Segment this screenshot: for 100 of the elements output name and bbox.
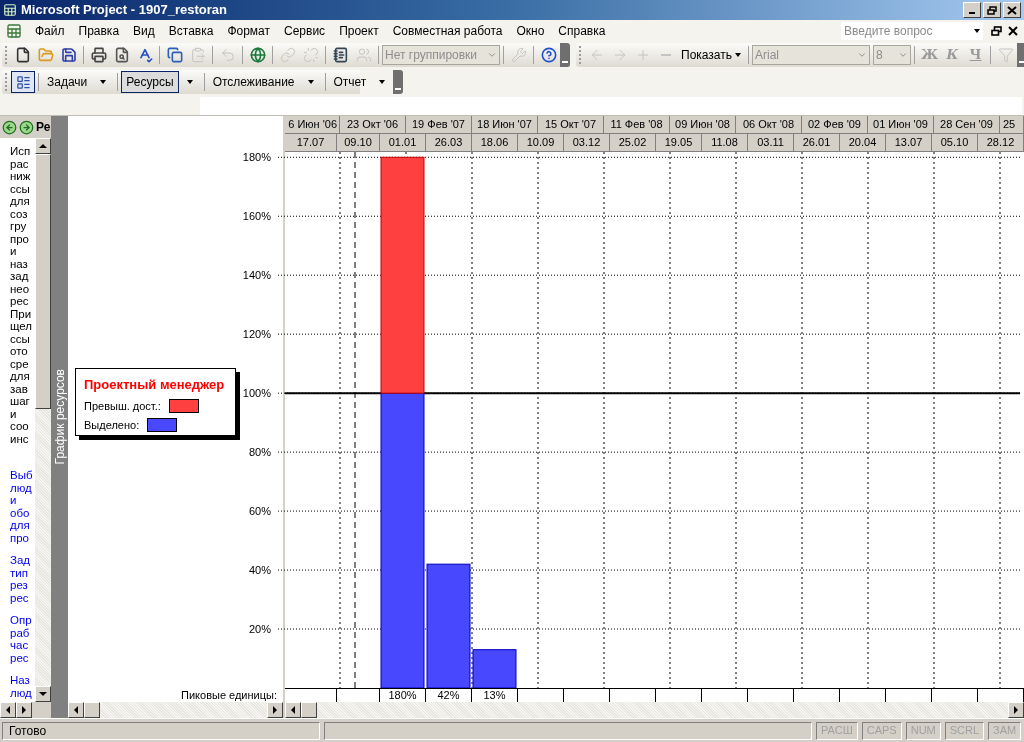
scroll-up-button[interactable] bbox=[35, 138, 51, 154]
ask-question-field[interactable]: Введите вопрос bbox=[841, 22, 983, 40]
scroll-right-button[interactable] bbox=[16, 702, 32, 718]
help-link[interactable]: Наз люд bbox=[10, 674, 35, 699]
horizontal-scrollbar[interactable] bbox=[68, 702, 283, 718]
left-triangle-icon bbox=[74, 706, 78, 714]
timescale-cell: 09 Июн '08 bbox=[670, 116, 736, 134]
caret-icon[interactable] bbox=[186, 80, 193, 84]
timescale-cell: 18 Июн '07 bbox=[472, 116, 538, 134]
scroll-thumb[interactable] bbox=[35, 154, 51, 409]
menu-item[interactable]: Сервис bbox=[277, 22, 333, 40]
timescale-cell: 03.12 bbox=[564, 134, 610, 152]
timescale-cell: 05.10 bbox=[932, 134, 978, 152]
scroll-right-button[interactable] bbox=[267, 702, 283, 718]
folder-icon bbox=[37, 47, 54, 63]
help-link[interactable]: Зад тип рез рес bbox=[10, 554, 35, 604]
entry-field[interactable] bbox=[200, 96, 1022, 115]
guide-tab[interactable]: Задачи bbox=[42, 71, 93, 93]
pane-title: Ре bbox=[36, 119, 51, 136]
timescale-cell: 26.01 bbox=[794, 134, 840, 152]
caret-icon bbox=[857, 50, 867, 60]
toolbar-options-icon[interactable] bbox=[1017, 43, 1024, 67]
axis-label: 180% bbox=[242, 152, 271, 164]
timescale-cell: 25.02 bbox=[610, 134, 656, 152]
scroll-left-button[interactable] bbox=[0, 702, 16, 718]
timescale-cell: 06 Окт '08 bbox=[736, 116, 802, 134]
menu-item[interactable]: Файл bbox=[28, 22, 72, 40]
caret-icon bbox=[974, 29, 980, 33]
help-link[interactable]: Выб люд и обо для про bbox=[10, 469, 35, 544]
guide-tab[interactable]: Отчет bbox=[328, 71, 372, 93]
timescale-cell: 11 Фев '08 bbox=[604, 116, 670, 134]
right-triangle-icon bbox=[273, 706, 277, 714]
help-link[interactable]: Опр раб час рес bbox=[10, 614, 35, 664]
close-button[interactable] bbox=[1003, 2, 1021, 18]
menu-item[interactable]: Вставка bbox=[161, 22, 221, 40]
timescale-cell: 09.10 bbox=[337, 134, 380, 152]
caret-icon[interactable] bbox=[379, 80, 386, 84]
menu-item[interactable]: Вид bbox=[126, 22, 162, 40]
restore-button[interactable] bbox=[983, 2, 1001, 18]
timescale-cell: 01.01 bbox=[380, 134, 426, 152]
guide-toggle-button[interactable] bbox=[11, 71, 35, 93]
help-paragraph: Исп рас ниж ссы для соз гру про и наз зад нео рес При щел ссы ото сре для зав шаг и соо инс bbox=[10, 145, 34, 445]
show-menu-button[interactable]: Показать bbox=[677, 44, 745, 66]
timescale-cell: 11.08 bbox=[702, 134, 748, 152]
scroll-down-button[interactable] bbox=[35, 686, 51, 702]
list-icon bbox=[15, 74, 31, 90]
menu-item[interactable]: Формат bbox=[220, 22, 278, 40]
guide-tab[interactable]: Ресурсы bbox=[121, 71, 179, 93]
timescale-cell: 6 Июн '06 bbox=[285, 116, 340, 134]
view-label: График ресурсов bbox=[52, 369, 68, 465]
legend-label: Превыш. дост.: bbox=[84, 398, 161, 414]
down-triangle-icon bbox=[39, 692, 47, 696]
restore-icon[interactable] bbox=[991, 26, 1002, 36]
app-icon bbox=[3, 3, 17, 17]
axis-label: 20% bbox=[248, 623, 271, 636]
minus-icon bbox=[660, 54, 671, 56]
toolbar-options-icon[interactable] bbox=[393, 70, 404, 94]
axis-label: 140% bbox=[242, 269, 271, 282]
back-icon[interactable] bbox=[2, 119, 17, 135]
timescale-cell: 03.11 bbox=[748, 134, 794, 152]
close-icon bbox=[1007, 5, 1017, 15]
menu-item[interactable]: Правка bbox=[71, 22, 127, 40]
close-icon[interactable] bbox=[1008, 26, 1018, 36]
timescale-cell: 17.07 bbox=[285, 134, 337, 152]
timescale-cell: 23 Окт '06 bbox=[340, 116, 406, 134]
notes-icon bbox=[332, 47, 349, 63]
window-title: Microsoft Project - 1907_restoran bbox=[21, 1, 227, 20]
caret-icon bbox=[487, 50, 497, 60]
scroll-thumb[interactable] bbox=[301, 702, 317, 718]
menu-item[interactable]: Справка bbox=[551, 22, 613, 40]
horizontal-scrollbar[interactable] bbox=[285, 702, 1024, 718]
left-triangle-icon bbox=[291, 706, 295, 714]
timescale-cell: 20.04 bbox=[840, 134, 886, 152]
printer-icon bbox=[90, 47, 107, 63]
menu-item[interactable]: Окно bbox=[509, 22, 552, 40]
axis-label: 160% bbox=[242, 210, 271, 223]
minimize-icon bbox=[969, 12, 975, 14]
axis-label: 60% bbox=[248, 505, 271, 518]
timescale-cell: 18.06 bbox=[472, 134, 518, 152]
caret-icon[interactable] bbox=[307, 80, 314, 84]
people-icon bbox=[355, 47, 372, 63]
scroll-left-button[interactable] bbox=[68, 702, 84, 718]
help-icon bbox=[540, 47, 557, 63]
toolbar-options-icon[interactable] bbox=[560, 43, 570, 67]
caret-icon[interactable] bbox=[100, 80, 107, 84]
scroll-right-button[interactable] bbox=[1008, 702, 1024, 718]
chain-link-icon bbox=[279, 47, 296, 63]
restore-icon bbox=[987, 5, 997, 15]
forward-icon[interactable] bbox=[19, 119, 34, 135]
minimize-button[interactable] bbox=[963, 2, 981, 18]
scroll-left-button[interactable] bbox=[285, 702, 301, 718]
timescale-cell: 19.05 bbox=[656, 134, 702, 152]
vertical-scrollbar[interactable] bbox=[35, 138, 51, 702]
right-triangle-icon bbox=[1014, 706, 1018, 714]
menu-item[interactable]: Совместная работа bbox=[385, 22, 510, 40]
menu-item[interactable]: Проект bbox=[332, 22, 386, 40]
axis-label: 40% bbox=[248, 564, 271, 577]
scroll-thumb[interactable] bbox=[84, 702, 100, 718]
guide-tab[interactable]: Отслеживание bbox=[207, 71, 300, 93]
right-triangle-icon bbox=[22, 706, 26, 714]
